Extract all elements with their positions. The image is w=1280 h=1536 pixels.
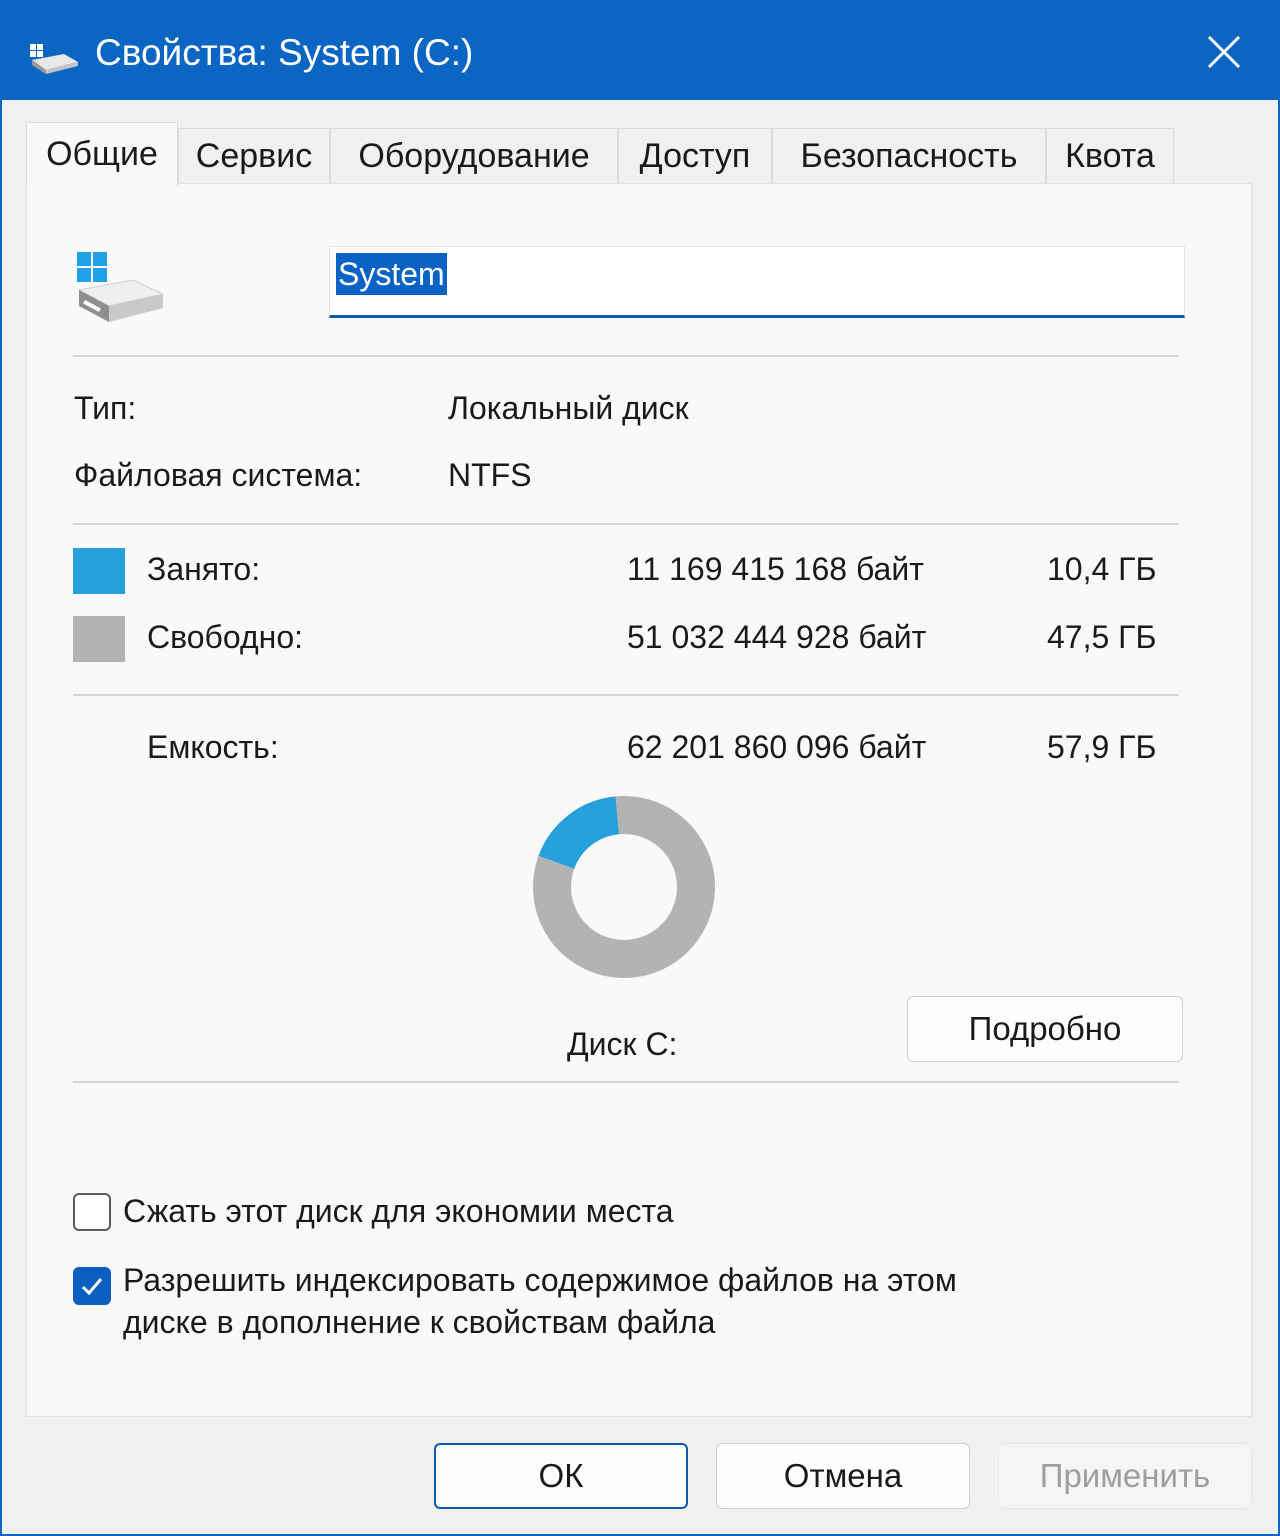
tab-general[interactable]: Общие bbox=[26, 122, 178, 186]
close-icon bbox=[1207, 35, 1241, 69]
cancel-button[interactable]: Отмена bbox=[716, 1443, 970, 1509]
tab-quota[interactable]: Квота bbox=[1046, 128, 1174, 184]
checkmark-icon bbox=[81, 1278, 103, 1296]
chart-title: Диск C: bbox=[567, 1026, 678, 1062]
type-label: Тип: bbox=[74, 390, 137, 426]
ok-button[interactable]: ОК bbox=[434, 1443, 688, 1509]
divider bbox=[73, 523, 1179, 525]
drive-icon bbox=[30, 44, 78, 74]
used-bytes: 11 169 415 168 байт bbox=[627, 551, 924, 587]
free-bytes: 51 032 444 928 байт bbox=[627, 619, 927, 655]
capacity-size: 57,9 ГБ bbox=[1047, 729, 1157, 765]
filesystem-value: NTFS bbox=[448, 457, 532, 493]
apply-button[interactable]: Применить bbox=[998, 1443, 1252, 1509]
divider bbox=[73, 1081, 1179, 1083]
type-value: Локальный диск bbox=[448, 390, 689, 426]
tab-security[interactable]: Безопасность bbox=[772, 128, 1046, 184]
windows-drive-icon bbox=[77, 252, 165, 322]
divider bbox=[73, 355, 1179, 357]
tab-hardware[interactable]: Оборудование bbox=[330, 128, 618, 184]
free-color-swatch bbox=[73, 616, 125, 662]
index-label-line2: диске в дополнение к свойствам файла bbox=[123, 1304, 716, 1340]
index-checkbox[interactable] bbox=[73, 1267, 111, 1305]
capacity-bytes: 62 201 860 096 байт bbox=[627, 729, 927, 765]
general-panel: System Тип: Локальный диск Файловая сист… bbox=[26, 183, 1252, 1417]
divider bbox=[73, 694, 1179, 696]
properties-dialog: Свойства: System (C:) Общие Сервис Обору… bbox=[0, 0, 1280, 1536]
used-label: Занято: bbox=[147, 551, 261, 587]
free-size: 47,5 ГБ bbox=[1047, 619, 1157, 655]
compress-checkbox[interactable] bbox=[73, 1193, 111, 1231]
volume-name-input[interactable]: System bbox=[329, 246, 1185, 318]
index-label-line1: Разрешить индексировать содержимое файло… bbox=[123, 1262, 957, 1298]
free-label: Свободно: bbox=[147, 619, 303, 655]
volume-name-text: System bbox=[336, 253, 447, 295]
capacity-label: Емкость: bbox=[147, 729, 279, 765]
used-color-swatch bbox=[73, 548, 125, 594]
details-button[interactable]: Подробно bbox=[907, 996, 1183, 1062]
tab-sharing[interactable]: Доступ bbox=[618, 128, 772, 184]
used-size: 10,4 ГБ bbox=[1047, 551, 1157, 587]
window-title: Свойства: System (C:) bbox=[95, 32, 474, 73]
compress-label: Сжать этот диск для экономии места bbox=[123, 1193, 674, 1229]
tab-service[interactable]: Сервис bbox=[178, 128, 330, 184]
donut-slice-free bbox=[533, 796, 716, 979]
title-bar[interactable]: Свойства: System (C:) bbox=[2, 2, 1278, 100]
filesystem-label: Файловая система: bbox=[74, 457, 363, 493]
close-button[interactable] bbox=[1192, 20, 1256, 84]
disk-usage-chart bbox=[533, 796, 716, 979]
